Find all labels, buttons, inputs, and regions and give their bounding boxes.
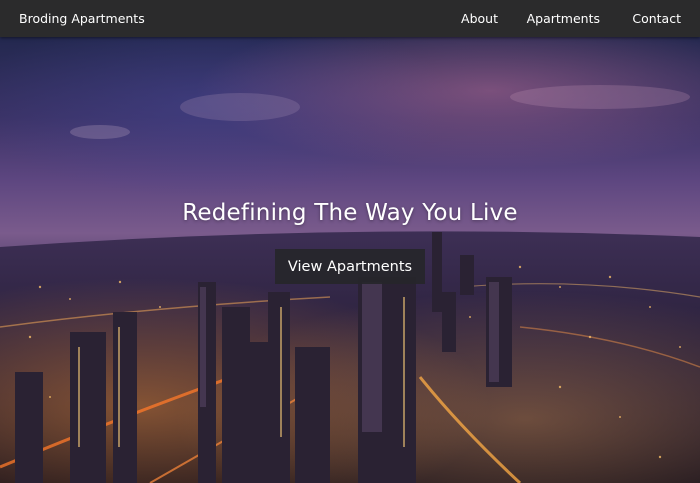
nav-link-about[interactable]: About [461,11,498,26]
nav-link-apartments[interactable]: Apartments [527,11,600,26]
top-navbar: Broding Apartments About Apartments Cont… [0,0,700,37]
view-apartments-button[interactable]: View Apartments [275,249,425,284]
hero-content: Redefining The Way You Live View Apartme… [0,37,700,483]
hero-headline: Redefining The Way You Live [182,200,518,226]
brand-logo-link[interactable]: Broding Apartments [19,11,145,26]
hero-section: Redefining The Way You Live View Apartme… [0,37,700,483]
nav-link-contact[interactable]: Contact [632,11,681,26]
